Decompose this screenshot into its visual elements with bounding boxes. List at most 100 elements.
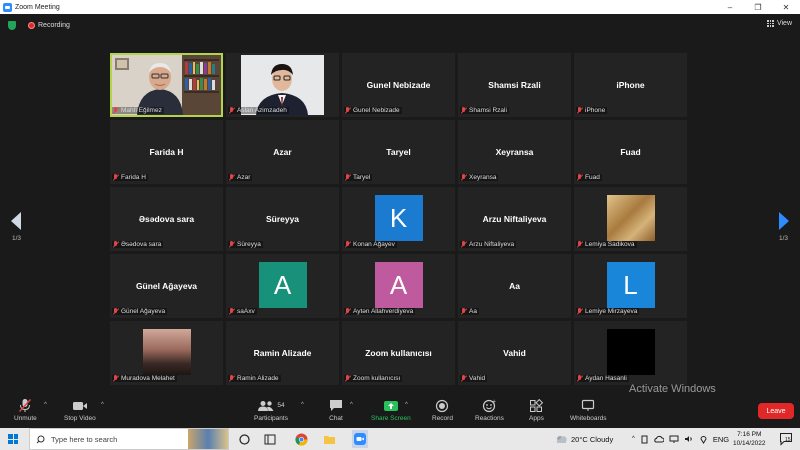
participants-count: 54: [277, 402, 285, 409]
minimize-button[interactable]: –: [716, 3, 744, 12]
unmute-button[interactable]: Unmute: [14, 398, 37, 422]
participant-tile[interactable]: Fuad Fuad: [574, 120, 687, 184]
participant-tile[interactable]: Muradova Melahet: [110, 321, 223, 385]
participant-tile[interactable]: Ramin Alizade Ramin Alizade: [226, 321, 339, 385]
video-camera-icon: [72, 398, 88, 413]
participant-tile[interactable]: Günel Ağayeva Günel Ağayeva: [110, 254, 223, 318]
participant-display-name: Farida H: [149, 147, 184, 157]
chat-label: Chat: [329, 415, 343, 422]
share-options-chevron-icon[interactable]: ^: [405, 402, 408, 408]
record-button[interactable]: Record: [432, 398, 453, 422]
participant-tile[interactable]: Azar Azar: [226, 120, 339, 184]
task-view-icon[interactable]: [237, 432, 251, 446]
participant-tile[interactable]: Mahfi Eğilmez: [110, 53, 223, 117]
chat-button[interactable]: Chat: [329, 398, 343, 422]
participant-tile[interactable]: Vahid Vahid: [458, 321, 571, 385]
clock-date: 10/14/2022: [733, 440, 766, 447]
view-button[interactable]: View: [766, 20, 792, 27]
video-options-chevron-icon[interactable]: ^: [101, 402, 104, 408]
participant-tile[interactable]: AsaAxv: [226, 254, 339, 318]
microphone-muted-icon: [113, 174, 119, 181]
participant-tile[interactable]: L Lemiye Mirzayeva: [574, 254, 687, 318]
participant-tile[interactable]: Aslan Azimzadeh: [226, 53, 339, 117]
whiteboards-button[interactable]: Whiteboards: [570, 398, 607, 422]
participant-name-label: Lemiya Sadikova: [576, 241, 637, 248]
location-icon[interactable]: [699, 435, 708, 444]
chat-options-chevron-icon[interactable]: ^: [350, 402, 353, 408]
participant-name: Muradova Melahet: [121, 375, 175, 382]
participant-name-label: Shamsi Rzali: [460, 107, 509, 114]
windows-start-icon[interactable]: [8, 434, 18, 444]
notification-center-button[interactable]: 15: [779, 432, 793, 446]
participant-name-label: Taryel: [344, 174, 373, 181]
participant-tile[interactable]: Aa Aa: [458, 254, 571, 318]
participant-name-label: Süreyya: [228, 241, 263, 248]
chrome-icon[interactable]: [294, 432, 308, 446]
participant-tile[interactable]: A Aytən Allahverdiyeva: [342, 254, 455, 318]
microphone-muted-icon: [461, 241, 467, 248]
participant-name-label: saAxv: [228, 308, 257, 315]
meeting-info-bar: Recording View: [0, 14, 800, 36]
close-button[interactable]: ✕: [772, 3, 800, 12]
notification-count: 15: [785, 437, 791, 443]
widgets-icon[interactable]: [263, 432, 277, 446]
participant-display-name: Taryel: [386, 147, 411, 157]
speaker-icon[interactable]: [684, 435, 694, 443]
participant-tile[interactable]: K Konan Ağayev: [342, 187, 455, 251]
participant-tile[interactable]: iPhone iPhone: [574, 53, 687, 117]
participant-tile[interactable]: Shamsi Rzali Shamsi Rzali: [458, 53, 571, 117]
cloud-icon[interactable]: [654, 435, 664, 443]
participant-tile[interactable]: Lemiya Sadikova: [574, 187, 687, 251]
apps-button[interactable]: Apps: [529, 398, 544, 422]
network-icon[interactable]: [669, 435, 679, 443]
participant-tile[interactable]: Əsədova sara Əsədova sara: [110, 187, 223, 251]
participants-button[interactable]: 54 Participants: [254, 398, 288, 422]
participant-tile[interactable]: Süreyya Süreyya: [226, 187, 339, 251]
maximize-button[interactable]: ❐: [744, 3, 772, 12]
next-page-arrow-icon[interactable]: [777, 210, 791, 232]
participant-gallery: Mahfi Eğilmez Aslan Azimzadeh Gunel Nebiza…: [110, 53, 690, 385]
previous-page-arrow-icon[interactable]: [9, 210, 23, 232]
microphone-muted-icon: [229, 308, 235, 315]
participant-tile[interactable]: Arzu Niftaliyeva Arzu Niftaliyeva: [458, 187, 571, 251]
participant-name-label: Mahfi Eğilmez: [112, 107, 164, 114]
microphone-muted-icon: [18, 398, 32, 413]
unmute-label: Unmute: [14, 415, 37, 422]
participant-tile[interactable]: Aydan Hasanli: [574, 321, 687, 385]
participant-tile[interactable]: Farida H Farida H: [110, 120, 223, 184]
participant-name-label: Muradova Melahet: [112, 375, 177, 382]
participant-tile[interactable]: Gunel Nebizade Gunel Nebizade: [342, 53, 455, 117]
participant-name: Taryel: [353, 174, 371, 181]
taskbar-search-box[interactable]: Type here to search: [29, 428, 229, 450]
participant-name: Aydan Hasanli: [585, 375, 627, 382]
zoom-taskbar-icon[interactable]: [352, 430, 368, 448]
taskbar-search-placeholder: Type here to search: [51, 434, 118, 444]
participant-tile[interactable]: Taryel Taryel: [342, 120, 455, 184]
participants-options-chevron-icon[interactable]: ^: [301, 402, 304, 408]
battery-icon[interactable]: [640, 435, 649, 444]
clock-time: 7:16 PM: [737, 431, 762, 438]
weather-widget[interactable]: 20°C Cloudy: [555, 428, 613, 450]
participant-name-label: Aa: [460, 308, 479, 315]
security-shield-icon[interactable]: [8, 20, 16, 30]
microphone-muted-icon: [577, 174, 583, 181]
reactions-button[interactable]: + Reactions: [475, 398, 504, 423]
chat-bubble-icon: [329, 398, 343, 413]
participant-tile[interactable]: Xeyransa Xeyransa: [458, 120, 571, 184]
tray-overflow-chevron-icon[interactable]: ^: [632, 436, 635, 442]
microphone-muted-icon: [461, 174, 467, 181]
participant-name: iPhone: [585, 107, 606, 114]
audio-options-chevron-icon[interactable]: ^: [44, 402, 47, 408]
participant-name: Əsədova sara: [121, 241, 162, 248]
participant-name-label: Gunel Nebizade: [344, 107, 402, 114]
participant-avatar: L: [606, 262, 655, 308]
participant-video-feed: [112, 55, 221, 115]
file-explorer-icon[interactable]: [322, 432, 336, 446]
language-indicator[interactable]: ENG: [713, 435, 729, 444]
leave-button[interactable]: Leave: [758, 403, 794, 419]
cloudy-weather-icon: [557, 436, 567, 443]
stop-video-button[interactable]: Stop Video: [64, 398, 96, 422]
participant-name: Fuad: [585, 174, 600, 181]
participant-tile[interactable]: Zoom kullanıcısı Zoom kullanıcısı: [342, 321, 455, 385]
taskbar-clock[interactable]: 7:16 PM 10/14/2022: [733, 430, 766, 448]
